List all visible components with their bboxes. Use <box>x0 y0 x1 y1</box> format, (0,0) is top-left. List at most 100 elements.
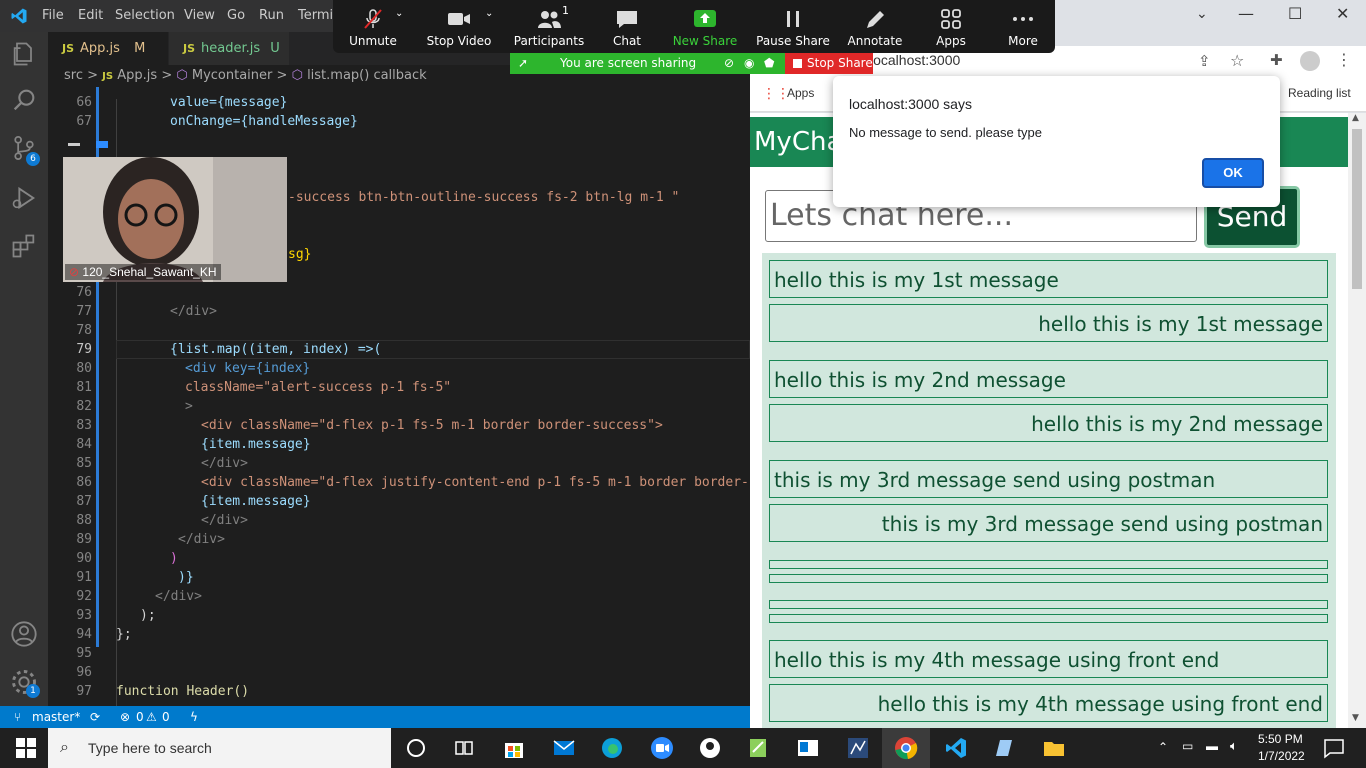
code-line: <div key={index} <box>185 361 311 376</box>
maximize-icon[interactable]: ☐ <box>1288 4 1302 23</box>
menu-edit[interactable]: Edit <box>78 8 103 23</box>
search-icon: ⌕ <box>60 739 69 756</box>
tab-search-icon[interactable]: ⌄ <box>1196 6 1208 22</box>
minimize-icon[interactable]: — <box>1238 4 1254 23</box>
apps-button[interactable]: Apps <box>911 0 991 53</box>
bookmark-star-icon[interactable]: ☆ <box>1230 51 1244 70</box>
breadcrumb-item[interactable]: Mycontainer <box>192 68 273 83</box>
cortana-icon[interactable] <box>404 736 428 760</box>
menu-go[interactable]: Go <box>227 8 245 23</box>
extensions-puzzle-icon[interactable]: ✚ <box>1270 51 1283 69</box>
explorer-icon[interactable] <box>10 40 38 68</box>
line-number: 88 <box>76 513 92 528</box>
account-icon[interactable] <box>10 620 38 648</box>
clock-date[interactable]: 1/7/2022 <box>1258 749 1305 763</box>
network-icon[interactable]: ▭ <box>1182 739 1193 753</box>
page-scrollbar[interactable]: ▲ ▼ <box>1348 113 1366 728</box>
volume-icon[interactable]: 🔈︎ <box>1230 738 1238 754</box>
app-icon[interactable] <box>698 736 722 760</box>
more-button[interactable]: More <box>983 0 1063 53</box>
chevron-down-icon[interactable]: ⌄ <box>485 8 493 19</box>
video-icon <box>448 13 470 25</box>
url-text[interactable]: localhost:3000 <box>870 52 960 68</box>
store-icon[interactable] <box>502 736 526 760</box>
vscode-taskbar-icon[interactable] <box>944 736 968 760</box>
tab-label: App.js <box>80 41 120 56</box>
chrome-icon[interactable] <box>894 736 918 760</box>
annotate-button[interactable]: Annotate <box>835 0 915 53</box>
task-view-icon[interactable] <box>452 736 476 760</box>
unmute-button[interactable]: ⌄ Unmute <box>333 0 413 53</box>
ok-button[interactable]: OK <box>1202 158 1264 188</box>
file-explorer-icon[interactable] <box>1042 736 1066 760</box>
share-page-icon[interactable]: ⇪ <box>1198 52 1211 70</box>
line-number: 96 <box>76 665 92 680</box>
line-number: 77 <box>76 304 92 319</box>
pause-share-button[interactable]: Pause Share <box>753 0 833 53</box>
breadcrumb-item[interactable]: src <box>64 68 83 83</box>
sharing-text: You are screen sharing <box>560 56 697 70</box>
apps-grid-icon[interactable]: ⋮⋮ <box>762 86 790 102</box>
error-count[interactable]: 0 <box>136 706 144 728</box>
minimize-video-icon[interactable] <box>68 143 80 146</box>
network-tool-icon[interactable] <box>846 736 870 760</box>
app-brand[interactable]: MyCha <box>754 127 842 157</box>
line-number: 81 <box>76 380 92 395</box>
extensions-icon[interactable] <box>10 232 38 260</box>
line-number: 76 <box>76 285 92 300</box>
notepad-icon[interactable] <box>746 736 770 760</box>
alert-dialog: localhost:3000 says No message to send. … <box>833 76 1280 207</box>
clock-time[interactable]: 5:50 PM <box>1258 732 1303 746</box>
chevron-up-icon[interactable]: ⌃ <box>1158 740 1168 754</box>
code-line: function Header() <box>116 684 250 699</box>
menu-terminal[interactable]: Termi <box>298 8 333 23</box>
warning-count[interactable]: 0 <box>162 706 170 728</box>
breadcrumb-item[interactable]: App.js <box>117 68 157 83</box>
chevron-down-icon[interactable]: ⌄ <box>395 8 403 19</box>
menu-run[interactable]: Run <box>259 8 284 23</box>
scrollbar-thumb[interactable] <box>1352 129 1362 289</box>
stop-share-button[interactable]: Stop Share <box>785 53 873 74</box>
run-debug-icon[interactable] <box>10 184 38 212</box>
snip-tool-icon[interactable] <box>992 736 1016 760</box>
vscode-logo-icon <box>11 8 27 24</box>
tab-label: header.js <box>201 41 261 56</box>
bookmark-apps[interactable]: Apps <box>787 86 814 100</box>
breadcrumb-item[interactable]: list.map() callback <box>307 68 427 83</box>
profile-avatar-icon[interactable] <box>1300 51 1320 71</box>
new-share-button[interactable]: New Share <box>665 0 745 53</box>
menu-view[interactable]: View <box>184 8 215 23</box>
document-viewer-icon[interactable] <box>796 736 820 760</box>
tab-header-js[interactable]: JS header.js U <box>169 32 289 65</box>
participants-button[interactable]: 1 Participants <box>509 0 589 53</box>
shield-icon: ⬟ <box>764 56 775 70</box>
video-view-icon[interactable] <box>96 141 108 148</box>
reading-list[interactable]: Reading list <box>1288 86 1351 100</box>
zoom-app-icon[interactable] <box>650 736 674 760</box>
battery-icon[interactable]: ▬ <box>1206 739 1218 753</box>
git-branch[interactable]: master* <box>32 706 80 728</box>
tab-status: M <box>134 41 146 56</box>
menu-kebab-icon[interactable]: ⋮ <box>1336 50 1352 69</box>
menu-selection[interactable]: Selection <box>115 8 175 23</box>
mail-icon[interactable] <box>552 736 576 760</box>
scroll-up-icon[interactable]: ▲ <box>1352 113 1359 123</box>
error-icon: ⊗ <box>120 710 131 724</box>
close-window-icon[interactable]: ✕ <box>1336 4 1349 23</box>
sync-icon[interactable]: ⟳ <box>90 706 100 728</box>
search-icon[interactable] <box>10 86 38 114</box>
taskbar-search[interactable]: ⌕ Type here to search <box>48 728 391 768</box>
scroll-down-icon[interactable]: ▼ <box>1352 713 1359 723</box>
message-item: hello this is my 4th message using front… <box>769 640 1328 678</box>
tab-app-js[interactable]: JSApp.js M ✕ <box>48 32 168 89</box>
menu-file[interactable]: File <box>42 8 64 23</box>
code-line: <div className="d-flex p-1 fs-5 m-1 bord… <box>201 418 663 433</box>
chevron-right-icon: > <box>87 68 99 83</box>
edge-icon[interactable] <box>600 736 624 760</box>
mic-status-icon: ⊘ <box>724 56 735 70</box>
stop-video-button[interactable]: ⌄ Stop Video <box>419 0 499 53</box>
notification-icon[interactable] <box>1322 736 1346 760</box>
windows-start-icon[interactable] <box>14 736 38 760</box>
function-icon: ⬡ <box>291 68 303 83</box>
chat-button[interactable]: Chat <box>587 0 667 53</box>
